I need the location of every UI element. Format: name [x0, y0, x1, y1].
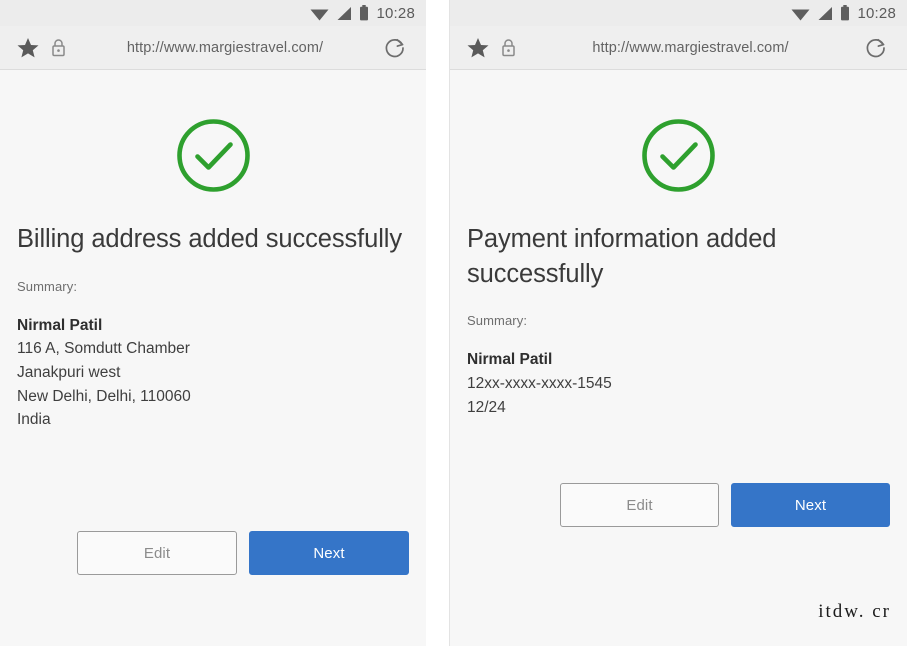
lock-icon[interactable] — [51, 38, 66, 57]
cellular-signal-icon — [818, 6, 833, 20]
next-button[interactable]: Next — [249, 531, 409, 575]
url-text[interactable]: http://www.margiestravel.com/ — [516, 40, 865, 56]
watermark-text: itdw. cr — [818, 601, 891, 622]
reload-icon[interactable] — [384, 37, 406, 59]
summary-label: Summary: — [467, 313, 528, 329]
browser-url-bar: http://www.margiestravel.com/ — [450, 26, 907, 70]
wifi-icon — [310, 9, 329, 20]
browser-url-bar: http://www.margiestravel.com/ — [0, 26, 426, 70]
summary-line: Janakpuri west — [17, 364, 121, 382]
lock-icon[interactable] — [501, 38, 516, 57]
star-icon[interactable] — [17, 37, 39, 58]
page-content-payment: Payment information added successfully S… — [450, 70, 907, 645]
status-bar-clock: 10:28 — [376, 4, 415, 22]
summary-details: Nirmal Patil 12xx-xxxx-xxxx-1545 12/24 — [467, 348, 890, 419]
success-icon-wrapper — [17, 70, 409, 194]
screen-divider — [426, 0, 450, 646]
summary-details: Nirmal Patil 116 A, Somdutt Chamber Jana… — [17, 314, 409, 433]
summary-line: 116 A, Somdutt Chamber — [17, 340, 190, 358]
summary-line: New Delhi, Delhi, 110060 — [17, 387, 191, 405]
wifi-icon — [791, 9, 810, 20]
summary-line: India — [17, 411, 51, 429]
android-status-bar: 10:28 — [450, 0, 907, 26]
star-icon[interactable] — [467, 37, 489, 58]
next-button[interactable]: Next — [731, 483, 890, 527]
summary-label: Summary: — [17, 278, 78, 294]
success-icon-wrapper — [467, 70, 890, 194]
summary-line: 12/24 — [467, 398, 506, 416]
edit-button[interactable]: Edit — [560, 483, 719, 527]
summary-line: 12xx-xxxx-xxxx-1545 — [467, 375, 612, 393]
summary-name: Nirmal Patil — [17, 316, 103, 334]
battery-icon — [841, 5, 850, 21]
edit-button[interactable]: Edit — [77, 531, 237, 575]
battery-icon — [360, 5, 369, 21]
dual-screenshot-container: 10:28 http://www.margiestravel.com/ Bill… — [0, 0, 907, 646]
android-status-bar: 10:28 — [0, 0, 426, 26]
url-text[interactable]: http://www.margiestravel.com/ — [66, 40, 384, 56]
phone-screen-payment-information: 10:28 http://www.margiestravel.com/ Paym… — [450, 0, 907, 646]
page-title: Payment information added successfully — [467, 225, 777, 288]
page-content-billing: Billing address added successfully Summa… — [0, 70, 426, 645]
summary-name: Nirmal Patil — [467, 351, 553, 369]
check-circle-icon — [642, 119, 715, 192]
action-button-row: Edit Next — [17, 531, 409, 575]
reload-icon[interactable] — [865, 37, 887, 59]
phone-screen-billing-address: 10:28 http://www.margiestravel.com/ Bill… — [0, 0, 426, 646]
status-bar-clock: 10:28 — [857, 4, 896, 22]
cellular-signal-icon — [337, 6, 352, 20]
page-title: Billing address added successfully — [17, 225, 402, 253]
check-circle-icon — [176, 119, 250, 192]
action-button-row: Edit Next — [467, 483, 890, 527]
